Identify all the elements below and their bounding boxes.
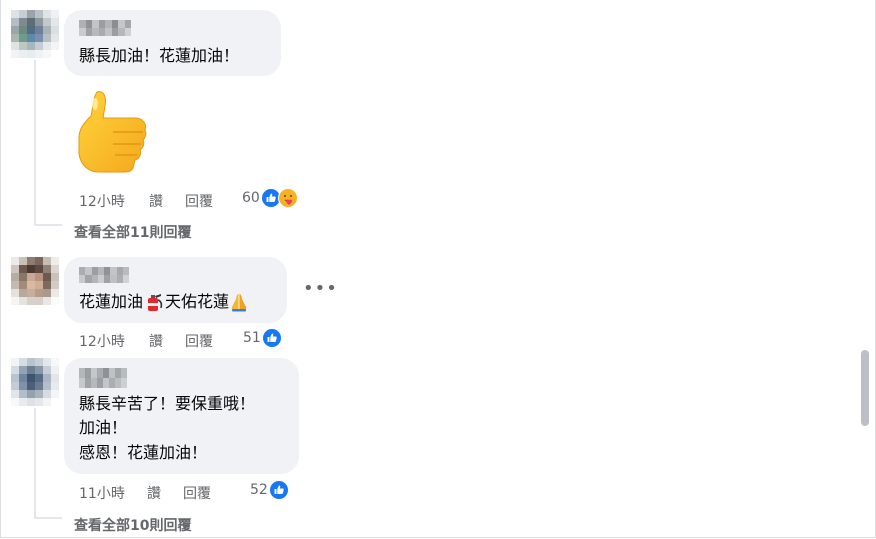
like-button[interactable]: 讚 <box>147 483 161 503</box>
scrollbar[interactable] <box>861 0 869 537</box>
view-all-replies-link[interactable]: 查看全部11則回覆 <box>74 222 191 242</box>
thread-line-corner <box>34 224 62 226</box>
more-options-icon[interactable]: ••• <box>303 278 338 299</box>
comments-panel: 縣長加油！花蓮加油！ 12小時 讚 回覆 60 查看全部11則回覆 花蓮加油 天… <box>0 0 876 538</box>
reply-button[interactable]: 回覆 <box>183 483 211 503</box>
comment-time[interactable]: 11小時 <box>79 483 125 503</box>
comment-text-part: 天佑花蓮 <box>165 292 230 311</box>
avatar[interactable] <box>11 10 59 58</box>
reaction-count: 51 <box>243 330 261 346</box>
avatar[interactable] <box>11 257 59 305</box>
view-all-replies-link[interactable]: 查看全部10則回覆 <box>74 515 191 535</box>
care-icon <box>277 188 298 208</box>
commenter-name-blurred[interactable] <box>79 20 131 36</box>
fire-extinguisher-icon <box>148 293 163 311</box>
comment-actions: 12小時 讚 回覆 <box>79 331 249 351</box>
thread-line-corner <box>34 517 62 519</box>
commenter-name-blurred[interactable] <box>79 267 129 283</box>
comment-text-line: 加油！ <box>79 418 128 437</box>
like-icon <box>261 328 282 348</box>
comment-text: 縣長加油！花蓮加油！ <box>79 46 240 65</box>
reaction-summary[interactable]: 60 <box>242 188 298 208</box>
scrollbar-thumb[interactable] <box>861 350 869 426</box>
folded-hands-icon <box>231 293 247 311</box>
commenter-name-blurred[interactable] <box>79 368 127 388</box>
reaction-count: 60 <box>242 190 260 206</box>
thread-line <box>34 60 36 225</box>
comment-actions: 12小時 讚 回覆 <box>79 191 249 211</box>
comment-actions: 11小時 讚 回覆 <box>79 483 249 503</box>
reaction-summary[interactable]: 51 <box>243 328 282 348</box>
reply-button[interactable]: 回覆 <box>185 331 213 351</box>
avatar[interactable] <box>11 358 59 406</box>
reaction-summary[interactable]: 52 <box>250 480 289 500</box>
comment-text: 花蓮加油 天佑花蓮 <box>79 289 248 314</box>
comment-text-line: 縣長辛苦了！要保重哦！ <box>79 394 256 413</box>
reply-button[interactable]: 回覆 <box>185 191 213 211</box>
comment-text-part: 花蓮加油 <box>79 292 144 311</box>
comment-time[interactable]: 12小時 <box>79 331 125 351</box>
like-icon <box>268 480 289 500</box>
comment-text-line: 感恩！花蓮加油！ <box>79 443 208 462</box>
like-button[interactable]: 讚 <box>149 191 163 211</box>
like-button[interactable]: 讚 <box>149 331 163 351</box>
comment-time[interactable]: 12小時 <box>79 191 125 211</box>
thumbs-up-sticker <box>78 91 147 173</box>
thread-line <box>34 408 36 518</box>
reaction-count: 52 <box>250 482 268 498</box>
